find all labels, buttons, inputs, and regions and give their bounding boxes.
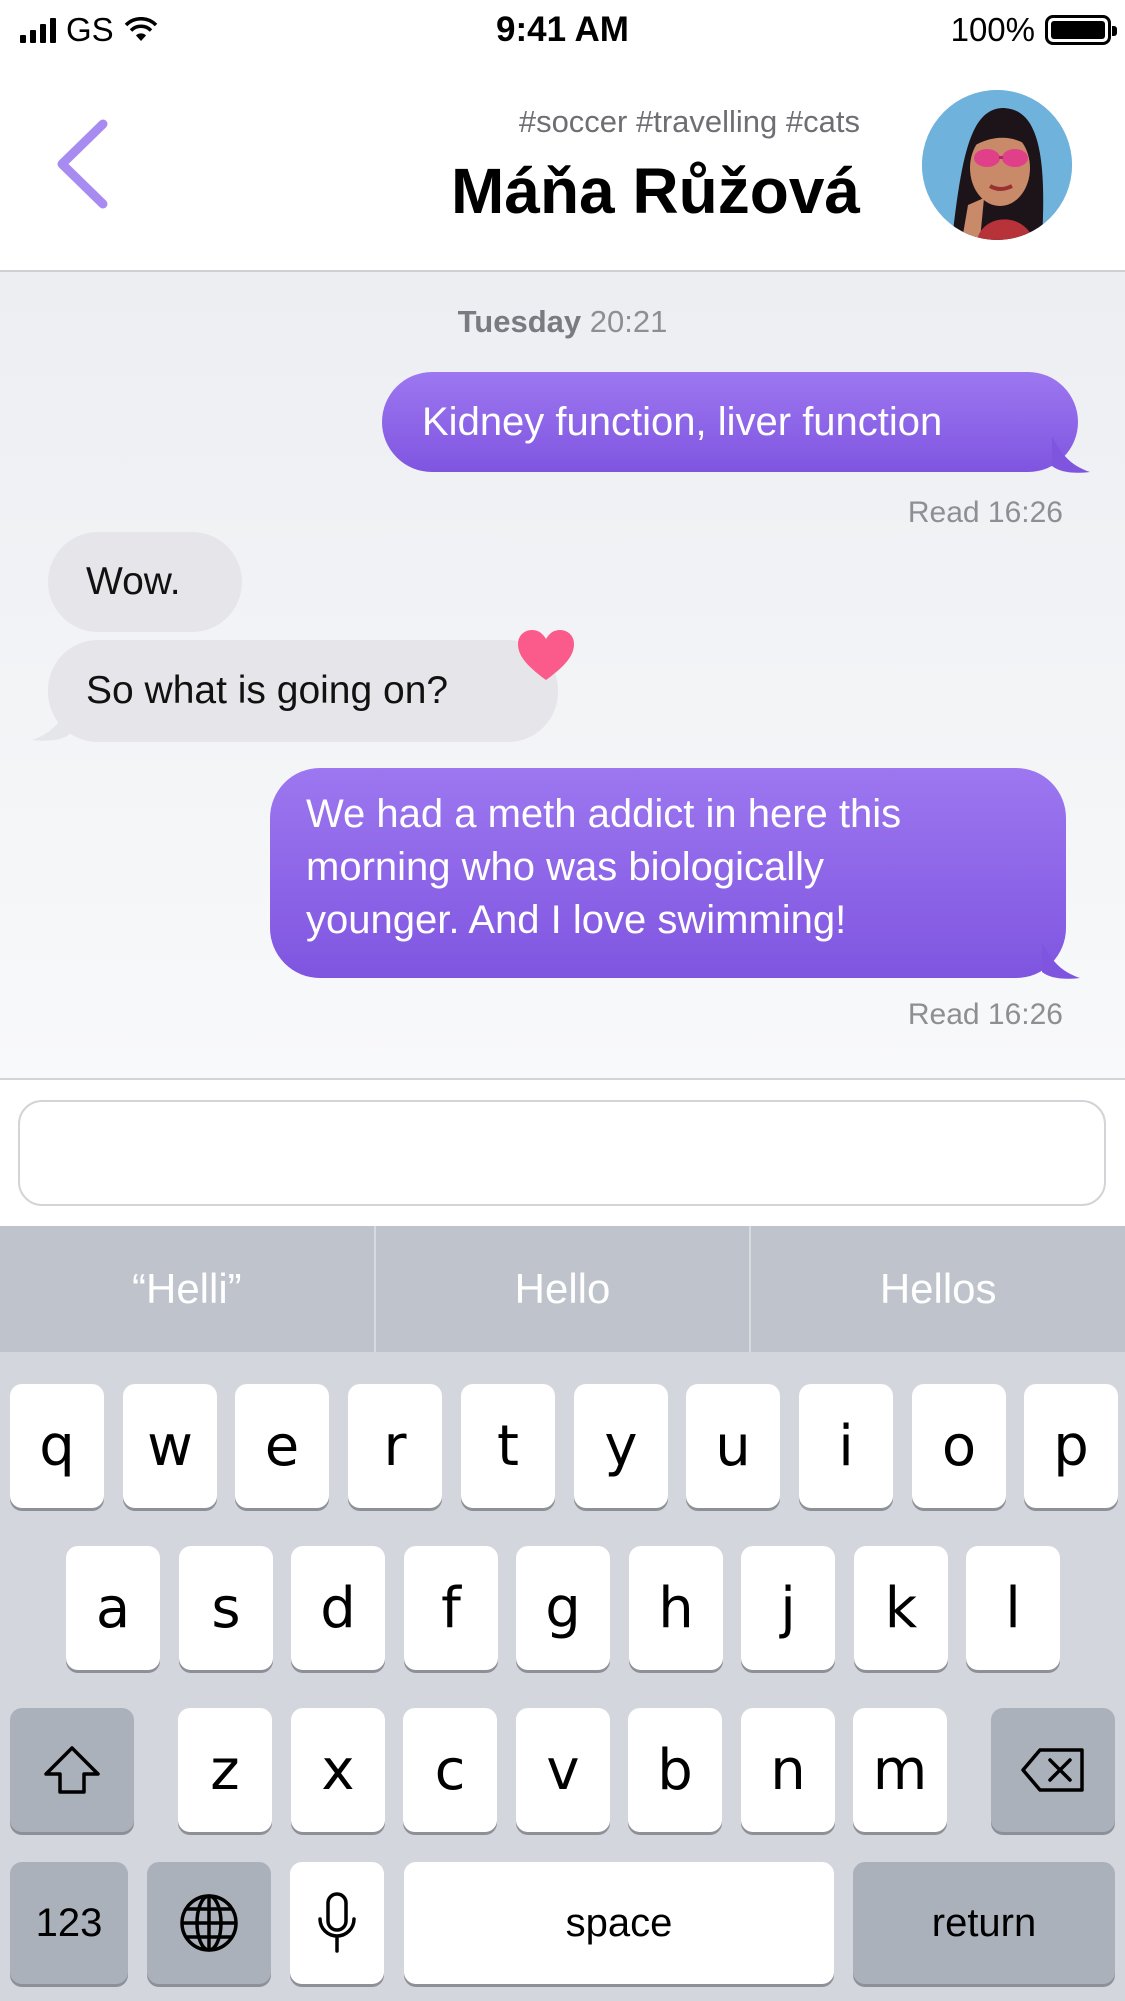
key-y[interactable]: y xyxy=(574,1384,668,1508)
key-m[interactable]: m xyxy=(853,1708,947,1832)
backspace-icon xyxy=(1021,1748,1084,1792)
battery-icon xyxy=(1045,15,1117,45)
keyboard: “Helli” Hello Hellos qwertyuiop asdfghjkl… xyxy=(0,1226,1125,2001)
key-f[interactable]: f xyxy=(404,1546,498,1670)
return-key[interactable]: return xyxy=(853,1862,1115,1984)
battery-percent: 100% xyxy=(950,11,1035,48)
numbers-key[interactable]: 123 xyxy=(10,1862,128,1984)
key-w[interactable]: w xyxy=(123,1384,217,1508)
timestamp-time: 20:21 xyxy=(589,304,668,339)
bubble-tail xyxy=(32,704,70,741)
suggestion-item[interactable]: Hellos xyxy=(751,1226,1125,1352)
avatar[interactable] xyxy=(922,90,1072,240)
key-s[interactable]: s xyxy=(179,1546,273,1670)
message-sent[interactable]: Kidney function, liver function xyxy=(382,372,1078,472)
microphone-key[interactable] xyxy=(290,1862,384,1984)
message-text: Kidney function, liver function xyxy=(422,400,943,444)
heart-reaction-icon[interactable] xyxy=(516,628,576,684)
globe-icon xyxy=(180,1894,238,1952)
key-p[interactable]: p xyxy=(1024,1384,1118,1508)
key-z[interactable]: z xyxy=(178,1708,272,1832)
key-n[interactable]: n xyxy=(741,1708,835,1832)
key-v[interactable]: v xyxy=(516,1708,610,1832)
key-u[interactable]: u xyxy=(686,1384,780,1508)
key-i[interactable]: i xyxy=(799,1384,893,1508)
key-g[interactable]: g xyxy=(516,1546,610,1670)
message-received[interactable]: So what is going on? xyxy=(48,640,558,742)
shift-key[interactable] xyxy=(10,1708,134,1832)
message-sent[interactable]: We had a meth addict in here this mornin… xyxy=(270,768,1066,978)
key-h[interactable]: h xyxy=(629,1546,723,1670)
suggestion-item[interactable]: “Helli” xyxy=(0,1226,376,1352)
message-text: So what is going on? xyxy=(86,669,449,712)
key-q[interactable]: q xyxy=(10,1384,104,1508)
key-x[interactable]: x xyxy=(291,1708,385,1832)
suggestion-bar: “Helli” Hello Hellos xyxy=(0,1226,1125,1352)
key-d[interactable]: d xyxy=(291,1546,385,1670)
shift-icon xyxy=(44,1746,100,1794)
status-right: 100% xyxy=(950,10,1117,50)
contact-name[interactable]: Máňa Růžová xyxy=(451,154,860,228)
message-received[interactable]: Wow. xyxy=(48,532,242,632)
status-bar: GS 9:41 AM 100% xyxy=(0,0,1125,62)
suggestion-item[interactable]: Hello xyxy=(376,1226,752,1352)
message-line: We had a meth addict in here this xyxy=(306,792,902,836)
message-input[interactable] xyxy=(18,1100,1106,1206)
key-l[interactable]: l xyxy=(966,1546,1060,1670)
message-text: Wow. xyxy=(86,560,181,603)
contact-tags: #soccer #travelling #cats xyxy=(518,104,860,139)
conversation[interactable]: Tuesday 20:21 Kidney function, liver fun… xyxy=(0,272,1125,1078)
message-line: younger. And I love swimming! xyxy=(306,898,847,942)
key-e[interactable]: e xyxy=(235,1384,329,1508)
key-j[interactable]: j xyxy=(741,1546,835,1670)
key-r[interactable]: r xyxy=(348,1384,442,1508)
bubble-tail xyxy=(1042,942,1080,979)
space-key[interactable]: space xyxy=(404,1862,834,1984)
conversation-timestamp: Tuesday 20:21 xyxy=(0,304,1125,340)
key-a[interactable]: a xyxy=(66,1546,160,1670)
key-b[interactable]: b xyxy=(628,1708,722,1832)
compose-bar xyxy=(0,1078,1125,1228)
bubble-tail xyxy=(1052,436,1090,473)
globe-key[interactable] xyxy=(147,1862,271,1984)
key-o[interactable]: o xyxy=(912,1384,1006,1508)
read-receipt: Read 16:26 xyxy=(907,496,1063,529)
backspace-key[interactable] xyxy=(991,1708,1115,1832)
read-receipt: Read 16:26 xyxy=(907,998,1063,1031)
key-c[interactable]: c xyxy=(403,1708,497,1832)
key-k[interactable]: k xyxy=(854,1546,948,1670)
avatar-photo xyxy=(922,90,1072,240)
chat-header: #soccer #travelling #cats Máňa Růžová xyxy=(0,62,1125,272)
key-t[interactable]: t xyxy=(461,1384,555,1508)
message-line: morning who was biologically xyxy=(306,845,825,889)
back-chevron-icon[interactable] xyxy=(48,114,118,214)
timestamp-day: Tuesday xyxy=(457,304,582,339)
microphone-icon xyxy=(318,1892,356,1953)
